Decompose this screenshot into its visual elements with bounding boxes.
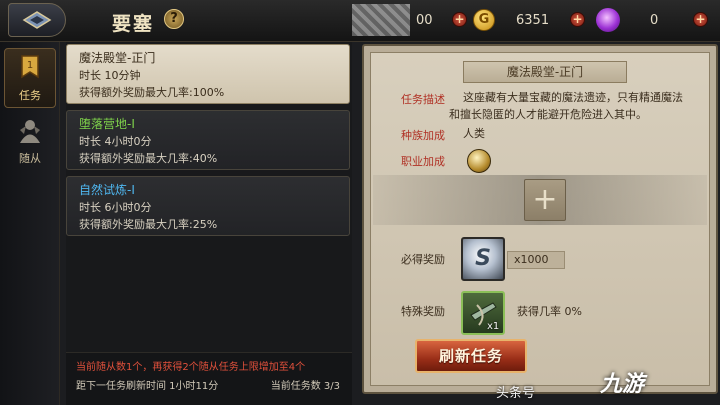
page-title: 要塞 <box>112 13 155 35</box>
quest-detail-body: 魔法殿堂-正门 任务描述 这座藏有大量宝藏的魔法遗迹，只有精通魔法 和擅长隐匿的… <box>370 52 710 386</box>
blurred-resource-icon <box>352 4 410 36</box>
back-button[interactable] <box>8 3 66 37</box>
special-reward-label: 特殊奖励 <box>401 305 445 318</box>
add-gem-button[interactable]: + <box>693 12 708 27</box>
quest-name: 魔法殿堂-正门 <box>79 51 156 65</box>
add-gold-button[interactable]: + <box>570 12 585 27</box>
special-reward-quantity: x1 <box>487 321 500 332</box>
quest-list: 魔法殿堂-正门 时长 10分钟 获得额外奖励最大几率:100% 堕落营地-I 时… <box>66 42 352 372</box>
stamina-value: 00 <box>416 13 433 28</box>
quest-card-3[interactable]: 自然试炼-I 时长 6小时0分 获得额外奖励最大几率:25% <box>66 176 350 236</box>
refresh-timer: 距下一任务刷新时间 1小时11分 <box>76 381 219 392</box>
gem-value: 0 <box>650 13 659 28</box>
gold-coin-icon: G <box>473 9 495 31</box>
svg-text:1: 1 <box>27 60 33 71</box>
quest-card-2[interactable]: 堕落营地-I 时长 4小时0分 获得额外奖励最大几率:40% <box>66 110 350 170</box>
desc-line-2: 和擅长隐匿的人才能避开危险进入其中。 <box>449 108 647 121</box>
quest-banner-icon: 1 <box>21 55 39 79</box>
refresh-quests-button[interactable]: 刷新任务 <box>415 339 527 373</box>
quest-detail-panel: 魔法殿堂-正门 任务描述 这座藏有大量宝藏的魔法遗迹，只有精通魔法 和擅长隐匿的… <box>362 44 718 394</box>
race-bonus-label: 种族加成 <box>401 129 445 142</box>
tab-followers[interactable]: 随从 <box>4 112 56 172</box>
quest-bonus: 获得额外奖励最大几率:25% <box>79 218 218 231</box>
quest-bonus: 获得额外奖励最大几率:100% <box>79 86 225 99</box>
help-button[interactable]: ? <box>164 9 184 29</box>
back-arrow-icon <box>22 11 52 29</box>
silver-coin-glyph: S <box>475 246 491 271</box>
quest-count: 当前任务数 3/3 <box>270 381 340 392</box>
quest-duration: 时长 6小时0分 <box>79 201 152 214</box>
gold-value: 6351 <box>516 13 550 28</box>
quest-card-1[interactable]: 魔法殿堂-正门 时长 10分钟 获得额外奖励最大几率:100% <box>66 44 350 104</box>
reward-quantity: x1000 <box>507 251 565 269</box>
quest-duration: 时长 4小时0分 <box>79 135 152 148</box>
reward-label: 必得奖励 <box>401 253 445 266</box>
quest-name: 堕落营地-I <box>79 117 135 131</box>
class-bonus-label: 职业加成 <box>401 155 445 168</box>
tab-quests-label: 任务 <box>19 89 41 102</box>
desc-label: 任务描述 <box>401 93 445 106</box>
jiuyou-logo-watermark: 九游 <box>600 372 645 397</box>
toutiao-watermark: 头条号 <box>496 386 536 401</box>
silver-coin-icon[interactable]: S <box>461 237 505 281</box>
add-follower-button[interactable]: + <box>524 179 566 221</box>
detail-title: 魔法殿堂-正门 <box>463 61 627 83</box>
side-tabs: 1 任务 随从 <box>0 42 60 405</box>
special-reward-chance: 获得几率 0% <box>517 305 582 318</box>
top-bar: 要塞 ? 00 + G 6351 + 0 + <box>0 0 720 42</box>
race-bonus-value: 人类 <box>463 127 485 140</box>
class-emblem-icon[interactable] <box>467 149 491 173</box>
tab-followers-label: 随从 <box>19 152 41 165</box>
desc-line-1: 这座藏有大量宝藏的魔法遗迹，只有精通魔法 <box>463 91 683 104</box>
quest-duration: 时长 10分钟 <box>79 69 141 82</box>
follower-notice: 当前随从数1个，再获得2个随从任务上限增加至4个 <box>76 362 306 373</box>
follower-icon <box>20 120 40 143</box>
quest-footer: 当前随从数1个，再获得2个随从任务上限增加至4个 距下一任务刷新时间 1小时11… <box>66 352 352 405</box>
quest-bonus: 获得额外奖励最大几率:40% <box>79 152 218 165</box>
quest-name: 自然试炼-I <box>79 183 135 197</box>
tab-quests[interactable]: 1 任务 <box>4 48 56 108</box>
purple-gem-icon <box>596 8 620 32</box>
add-stamina-button[interactable]: + <box>452 12 467 27</box>
